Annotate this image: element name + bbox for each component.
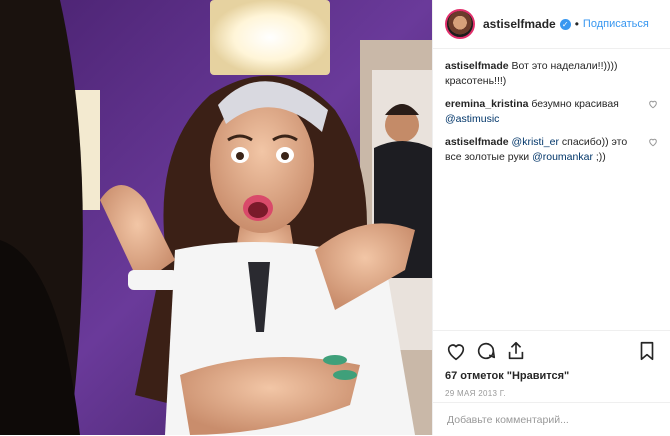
- separator-dot: •: [574, 17, 579, 31]
- action-bar: 67 отметок "Нравится" 29 МАЯ 2013 Г.: [433, 330, 670, 398]
- comment-item: astiselfmade Вот это наделали!!)))) крас…: [445, 59, 658, 89]
- comment-item: astiselfmade @kristi_er спасибо)) это вс…: [445, 135, 658, 165]
- comment-username[interactable]: eremina_kristina: [445, 98, 528, 110]
- comment-icon[interactable]: [475, 340, 497, 362]
- photo-illustration: [0, 0, 432, 435]
- avatar[interactable]: [445, 9, 475, 39]
- heart-icon[interactable]: [445, 340, 467, 362]
- comment-text: безумно красивая: [531, 98, 619, 110]
- follow-button[interactable]: Подписаться: [583, 18, 649, 30]
- post-date: 29 МАЯ 2013 Г.: [445, 389, 506, 398]
- mention-link[interactable]: @kristi_er: [512, 136, 559, 148]
- comment-item: eremina_kristina безумно красивая @astim…: [445, 97, 658, 127]
- username-link[interactable]: astiselfmade: [483, 17, 556, 31]
- comment-like-heart-icon[interactable]: [648, 137, 658, 147]
- action-icons: [445, 339, 658, 363]
- comment-username[interactable]: astiselfmade: [445, 60, 509, 72]
- verified-badge-icon: ✓: [559, 18, 571, 30]
- add-comment-box: [433, 402, 670, 436]
- share-icon[interactable]: [505, 340, 527, 362]
- likes-count[interactable]: 67 отметок "Нравится": [445, 370, 658, 382]
- comment-username[interactable]: astiselfmade: [445, 136, 509, 148]
- post-photo[interactable]: [0, 0, 432, 435]
- comment-text: ;)): [592, 151, 606, 163]
- post-sidebar: astiselfmade ✓ • Подписаться astiselfmad…: [432, 0, 670, 435]
- bookmark-icon[interactable]: [636, 340, 658, 362]
- comments-list: astiselfmade Вот это наделали!!)))) крас…: [433, 49, 670, 183]
- mention-link[interactable]: @roumankar: [532, 151, 593, 163]
- mention-link[interactable]: @astimusic: [445, 113, 499, 125]
- instagram-post: astiselfmade ✓ • Подписаться astiselfmad…: [0, 0, 670, 435]
- comment-input[interactable]: [445, 412, 658, 427]
- post-header: astiselfmade ✓ • Подписаться: [433, 0, 670, 49]
- comment-like-heart-icon[interactable]: [648, 99, 658, 109]
